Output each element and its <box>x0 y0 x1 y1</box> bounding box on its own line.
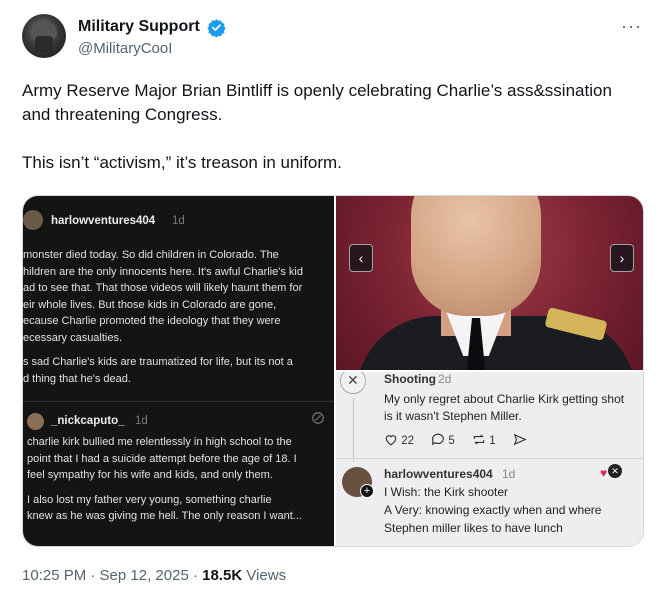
comment-line: A Very: knowing exactly when and where <box>384 503 602 517</box>
comment-username: harlowventures404 <box>384 467 493 481</box>
comment-time: 1d <box>172 215 185 227</box>
more-options-icon[interactable]: ··· <box>621 16 642 37</box>
comment-line: s sad Charlie's kids are traumatized for… <box>23 356 293 368</box>
media-grid: harlowventures404 1d monster died today.… <box>22 195 644 547</box>
next-image-button[interactable]: › <box>610 244 634 272</box>
heart-icon <box>384 433 398 449</box>
comment-line: I also lost my father very young, someth… <box>27 493 272 506</box>
comment-body: charlie kirk bullied me relentlessly in … <box>27 434 333 525</box>
follow-plus-icon: + <box>360 484 374 498</box>
comment-line: My only regret about Charlie Kirk gettin… <box>384 392 625 406</box>
comment-time: 1d <box>135 415 148 427</box>
author-name[interactable]: Military Support <box>78 18 200 36</box>
comment-line: knew as he was giving me hell. The only … <box>27 510 302 522</box>
tweet-header: Military Support @MilitaryCooI ··· <box>22 14 642 62</box>
share-icon <box>513 433 527 449</box>
like-count: 22 <box>401 435 414 447</box>
tweet-paragraph-1: Army Reserve Major Brian Bintliff is ope… <box>22 81 612 124</box>
cross-swords-icon: ✕ <box>347 372 359 388</box>
author-handle[interactable]: @MilitaryCooI <box>78 40 172 57</box>
comment-line: ecessary casualties. <box>23 331 123 344</box>
media-image-left[interactable]: harlowventures404 1d monster died today.… <box>23 196 334 546</box>
comment-username: harlowventures404 <box>51 215 156 227</box>
comment-username: _nickcaputo_ <box>51 415 125 427</box>
repost-count: 1 <box>489 435 496 447</box>
comment-line: monster died today. So did children in C… <box>23 249 279 261</box>
media-image-portrait[interactable]: ‹ › <box>336 196 643 370</box>
comment-body: monster died today. So did children in C… <box>23 247 334 387</box>
comment-line: feel sympathy for his wife and kids, and… <box>27 469 273 481</box>
comment-time: 2d <box>438 372 452 386</box>
comment-line: I Wish: the Kirk shooter <box>384 485 509 499</box>
comment-line: ad to see that. That those videos will l… <box>23 282 303 294</box>
comment-avatar: ✕ <box>340 372 366 394</box>
tweet-meta: 10:25 PM · Sep 12, 2025 · 18.5K Views <box>22 567 286 584</box>
media-image-right-bottom[interactable]: ✕ Shooting 2d My only regret about Charl… <box>336 372 643 546</box>
comment-line: is it wasn't Stephen Miller. <box>384 409 522 423</box>
views-label: Views <box>242 567 287 584</box>
thread-line <box>353 398 354 462</box>
timestamp-link[interactable]: 10:25 PM · Sep 12, 2025 <box>22 567 189 584</box>
tweet-paragraph-2: This isn’t “activism,” it’s treason in u… <box>22 153 342 172</box>
comment-time: 1d <box>502 467 516 481</box>
comment-line: eir whole lives. But those kids in Color… <box>23 298 277 311</box>
comment-body: I Wish: the Kirk shooter A Very: knowing… <box>384 483 642 537</box>
comment-actions: 22 5 1 <box>384 433 527 449</box>
reply-bubble-icon <box>431 433 445 449</box>
avatar-face-shape <box>35 36 53 52</box>
comment-line: Stephen miller likes to have lunch <box>384 521 563 535</box>
face-shape <box>411 196 541 316</box>
comment-avatar <box>27 413 44 430</box>
comment-line: charlie kirk bullied me relentlessly in … <box>27 436 292 448</box>
comment-divider <box>336 458 643 459</box>
meta-separator: · <box>188 567 203 584</box>
reply-count: 5 <box>448 435 455 447</box>
verified-badge-icon <box>207 19 226 37</box>
views-count: 18.5K <box>202 567 243 584</box>
previous-image-button[interactable]: ‹ <box>349 244 373 272</box>
comment-line: hildren are the only innocents here. It'… <box>23 265 303 278</box>
comment-username: Shooting <box>384 372 436 386</box>
author-avatar[interactable] <box>22 14 66 58</box>
comment-avatar <box>23 210 43 230</box>
comment-line: ecause Charlie promoted the ideology tha… <box>23 315 281 327</box>
comment-line: d thing that he's dead. <box>23 372 131 385</box>
repost-icon <box>472 433 486 449</box>
comment-divider <box>23 401 334 402</box>
author-badge-icon: ✕ <box>608 464 622 478</box>
reply-icon <box>312 412 324 424</box>
liked-heart-icon: ♥ <box>600 466 608 480</box>
comment-line: point that I had a suicide attempt befor… <box>27 452 297 465</box>
tweet-text: Army Reserve Major Brian Bintliff is ope… <box>22 79 622 175</box>
comment-body: My only regret about Charlie Kirk gettin… <box>384 391 642 425</box>
